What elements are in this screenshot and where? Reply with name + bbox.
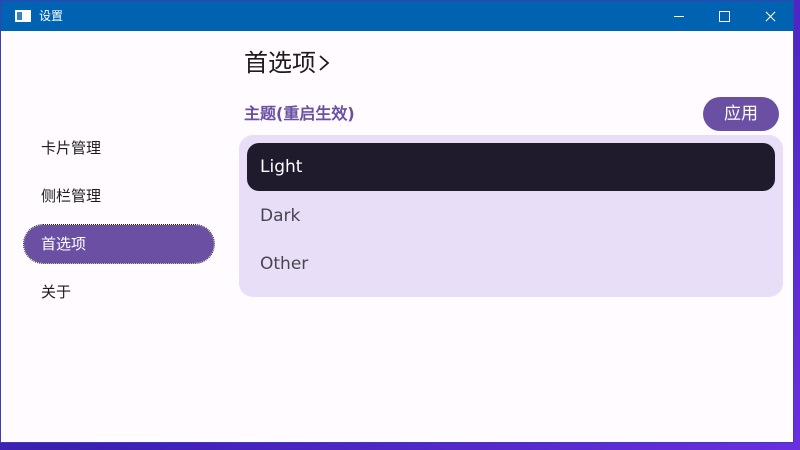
sidebar-item-sidebar-management[interactable]: 侧栏管理 xyxy=(24,177,214,215)
settings-window: 设置 卡片管理 侧栏管理 首选项 关于 首选项 主题(重启生效) 应用 Ligh… xyxy=(0,0,794,443)
theme-option-light[interactable]: Light xyxy=(247,143,775,191)
window-title: 设置 xyxy=(39,9,64,23)
maximize-button[interactable] xyxy=(701,1,747,31)
sidebar-item-about[interactable]: 关于 xyxy=(24,273,214,311)
chevron-right-icon xyxy=(319,55,330,71)
sidebar-item-label: 侧栏管理 xyxy=(41,187,102,205)
theme-option-dark[interactable]: Dark xyxy=(247,192,775,240)
sidebar-item-label: 关于 xyxy=(41,283,72,301)
theme-option-other[interactable]: Other xyxy=(247,240,775,288)
app-icon xyxy=(15,10,31,22)
title-bar[interactable]: 设置 xyxy=(1,1,793,31)
theme-section-label: 主题(重启生效) xyxy=(244,104,355,123)
theme-option-label: Light xyxy=(260,157,303,177)
theme-option-label: Dark xyxy=(260,206,301,226)
close-button[interactable] xyxy=(747,1,793,31)
minimize-button[interactable] xyxy=(657,1,703,31)
apply-button[interactable]: 应用 xyxy=(703,97,779,131)
theme-list: Light Dark Other xyxy=(239,135,783,297)
sidebar-item-card-management[interactable]: 卡片管理 xyxy=(24,129,214,167)
page-title: 首选项 xyxy=(244,49,316,77)
theme-option-label: Other xyxy=(260,254,309,274)
sidebar-item-preferences[interactable]: 首选项 xyxy=(23,224,215,264)
sidebar-nav: 卡片管理 侧栏管理 首选项 关于 xyxy=(1,31,231,443)
sidebar-item-label: 卡片管理 xyxy=(41,139,102,157)
sidebar-item-label: 首选项 xyxy=(41,235,87,253)
